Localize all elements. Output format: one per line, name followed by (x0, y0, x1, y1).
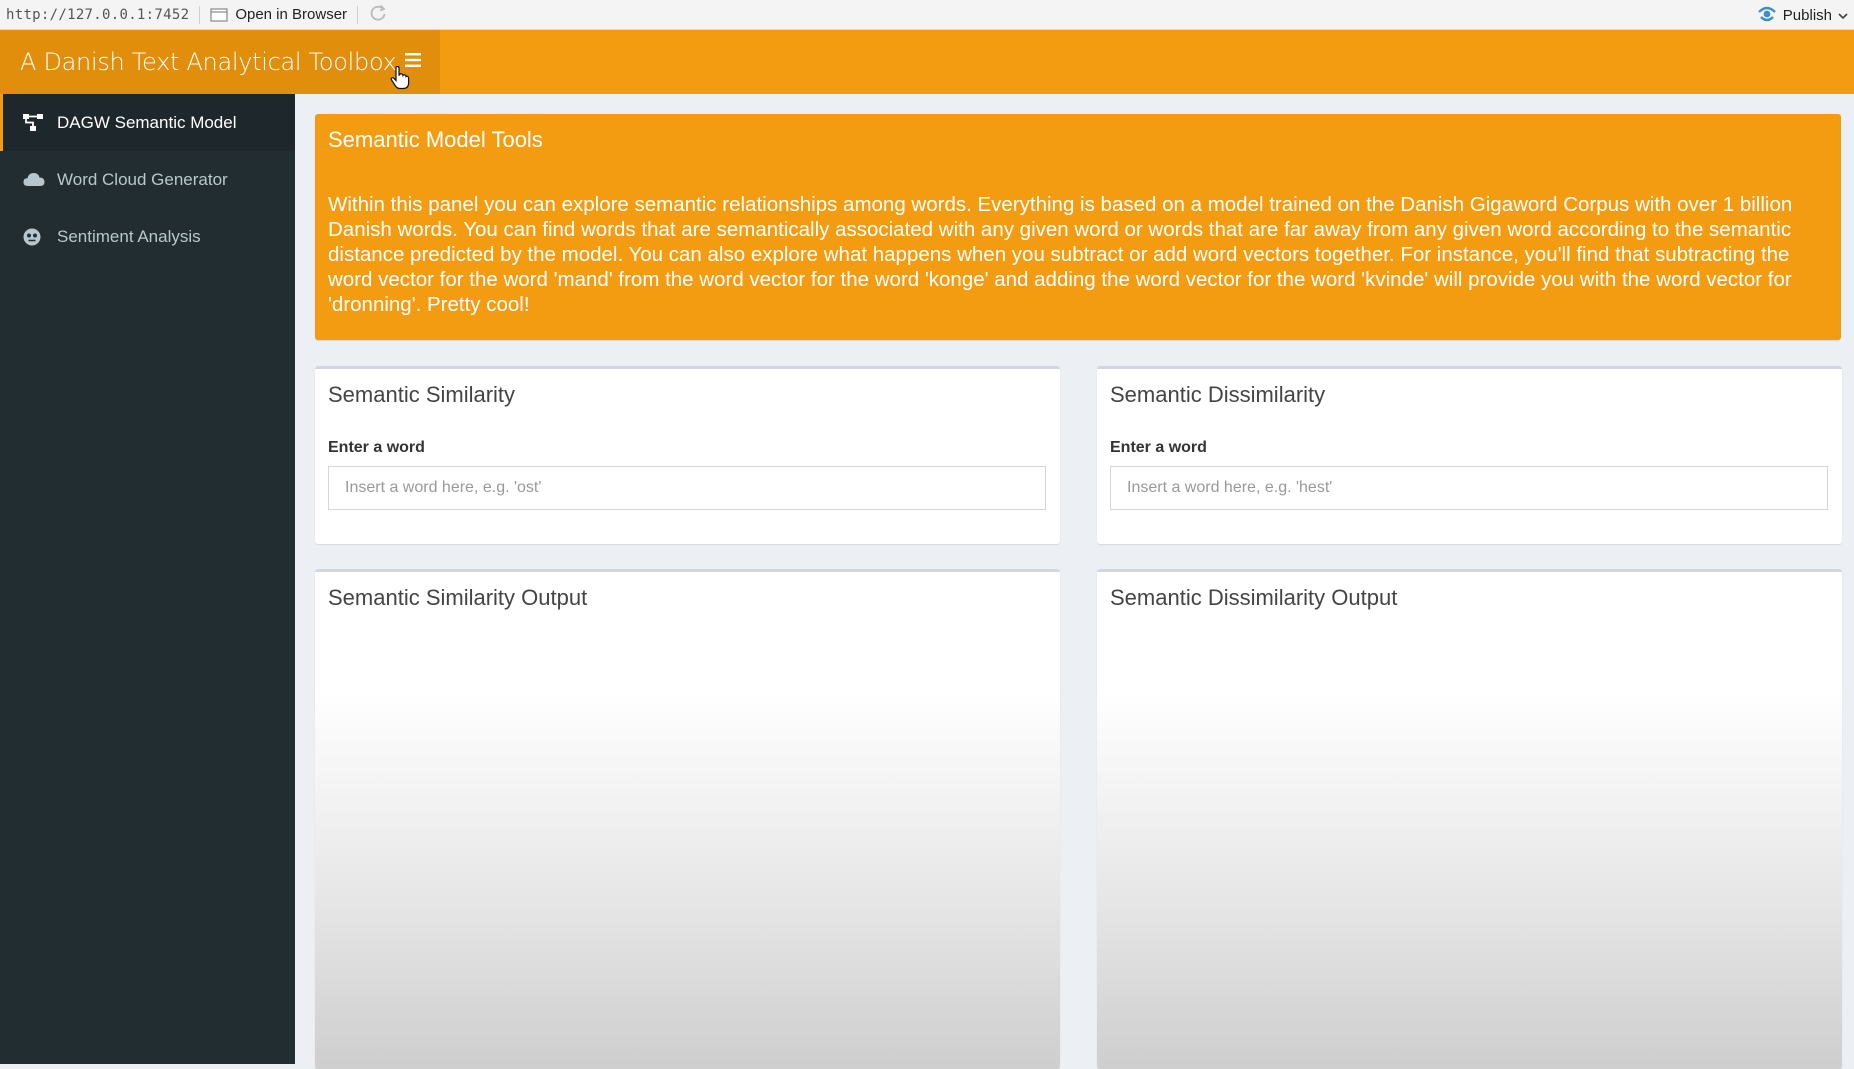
sidebar-item-word-cloud-generator[interactable]: Word Cloud Generator (0, 151, 295, 208)
face-icon (23, 228, 49, 246)
app-title: A Danish Text Analytical Toolbox (0, 30, 440, 94)
chevron-down-icon (1838, 7, 1848, 24)
info-box-text: Within this panel you can explore semant… (328, 193, 1793, 316)
sitemap-icon (23, 113, 49, 132)
semantic-dissimilarity-title: Semantic Dissimilarity (1110, 382, 1326, 407)
open-in-browser-button[interactable]: Open in Browser (210, 6, 347, 23)
main-content: Semantic Model Tools Within this panel y… (295, 94, 1854, 1069)
dissimilarity-word-input[interactable] (1110, 466, 1828, 510)
semantic-similarity-output-title: Semantic Similarity Output (328, 585, 588, 610)
sidebar-item-label: Sentiment Analysis (57, 226, 201, 246)
semantic-dissimilarity-output-box: Semantic Dissimilarity Output (1097, 569, 1842, 1069)
sidebar-item-dagw-semantic-model[interactable]: DAGW Semantic Model (0, 94, 295, 151)
publish-button[interactable]: Publish (1757, 0, 1848, 30)
toolbar-divider (199, 5, 201, 24)
cloud-icon (23, 172, 49, 187)
semantic-model-info-box: Semantic Model Tools Within this panel y… (315, 114, 1841, 340)
publish-label: Publish (1782, 6, 1832, 24)
sidebar-item-label: Word Cloud Generator (57, 169, 228, 189)
sidebar: DAGW Semantic Model Word Cloud Generator… (0, 94, 295, 1064)
sidebar-item-label: DAGW Semantic Model (57, 112, 237, 132)
info-box-title: Semantic Model Tools (328, 127, 543, 152)
open-in-browser-label: Open in Browser (235, 6, 348, 23)
semantic-similarity-box: Semantic Similarity Enter a word (315, 366, 1060, 544)
publish-icon (1757, 4, 1777, 26)
dissimilarity-input-label: Enter a word (1110, 439, 1207, 456)
semantic-similarity-output-box: Semantic Similarity Output (315, 569, 1060, 1069)
toolbar-divider (357, 5, 359, 24)
semantic-dissimilarity-box: Semantic Dissimilarity Enter a word (1097, 366, 1842, 544)
sidebar-item-sentiment-analysis[interactable]: Sentiment Analysis (0, 208, 295, 265)
refresh-icon (368, 3, 388, 27)
similarity-input-label: Enter a word (328, 439, 425, 456)
viewer-toolbar: http://127.0.0.1:7452 Open in Browser Pu… (0, 0, 1854, 30)
refresh-button[interactable] (368, 3, 388, 27)
semantic-dissimilarity-output-title: Semantic Dissimilarity Output (1110, 585, 1398, 610)
viewer-url: http://127.0.0.1:7452 (6, 6, 190, 23)
similarity-word-input[interactable] (328, 466, 1046, 510)
hand-cursor-icon (389, 65, 411, 95)
app-header: A Danish Text Analytical Toolbox (0, 30, 1854, 94)
browser-window-icon (210, 7, 228, 22)
semantic-similarity-title: Semantic Similarity (328, 382, 516, 407)
